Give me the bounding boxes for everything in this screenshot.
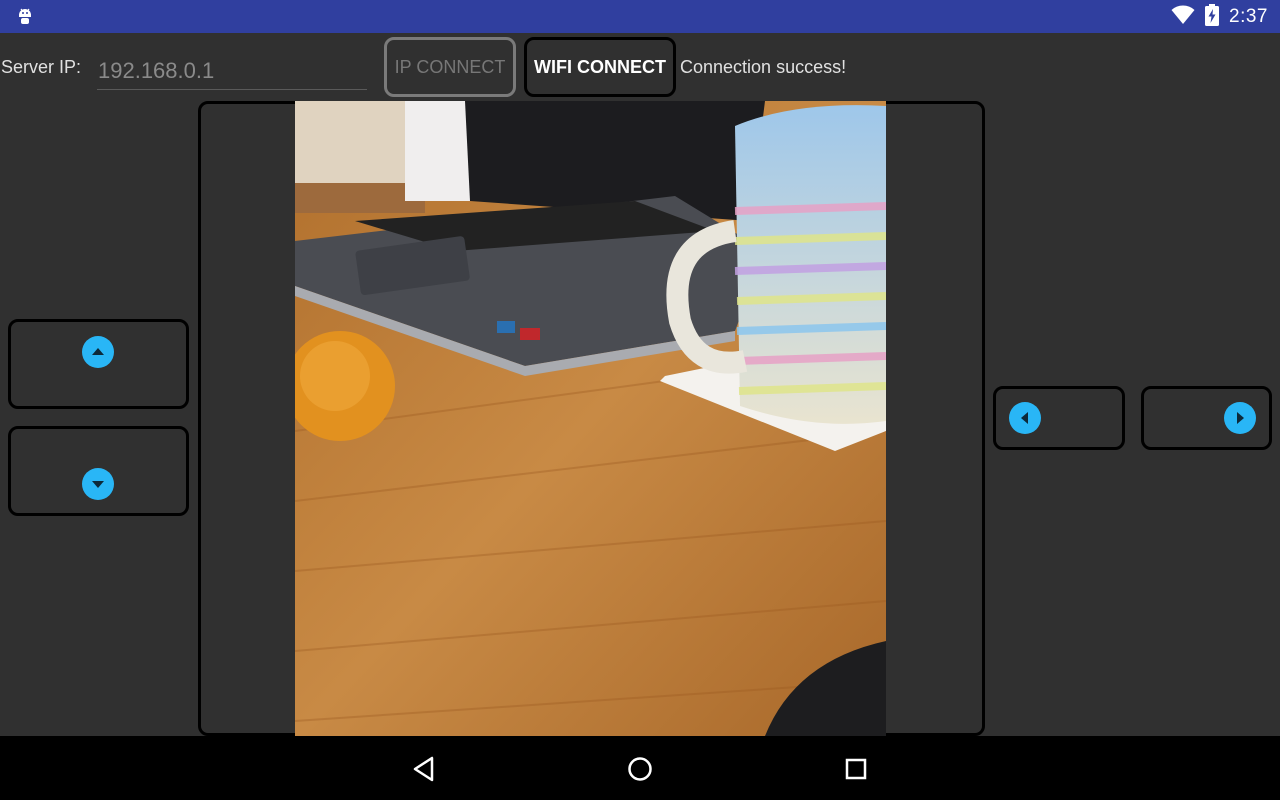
battery-charging-icon <box>1205 3 1220 31</box>
recents-icon[interactable] <box>841 754 871 784</box>
ip-connect-button[interactable]: IP CONNECT <box>384 37 516 97</box>
down-button[interactable] <box>8 426 189 516</box>
arrow-up-icon <box>82 336 114 368</box>
right-button[interactable] <box>1141 386 1272 450</box>
back-icon[interactable] <box>410 754 440 784</box>
connection-status: Connection success! <box>680 57 847 77</box>
left-button[interactable] <box>993 386 1125 450</box>
camera-feed <box>295 101 886 736</box>
arrow-down-icon <box>82 468 114 500</box>
server-ip-value: 192.168.0.1 <box>98 58 215 83</box>
android-icon <box>16 6 34 26</box>
status-bar: 2:37 <box>0 0 1280 33</box>
status-time: 2:37 <box>1229 6 1268 27</box>
arrow-left-icon <box>1009 402 1041 434</box>
home-icon[interactable] <box>625 754 655 784</box>
up-button[interactable] <box>8 319 189 409</box>
navigation-bar <box>0 736 1280 800</box>
server-ip-input[interactable]: 192.168.0.1 <box>97 55 367 90</box>
server-ip-label: Server IP: <box>1 57 82 77</box>
wifi-connect-button[interactable]: WIFI CONNECT <box>524 37 676 97</box>
status-right: 2:37 <box>1171 3 1268 31</box>
arrow-right-icon <box>1224 402 1256 434</box>
wifi-icon <box>1171 5 1195 30</box>
app-content: Server IP: 192.168.0.1 IP CONNECT WIFI C… <box>0 33 1280 736</box>
